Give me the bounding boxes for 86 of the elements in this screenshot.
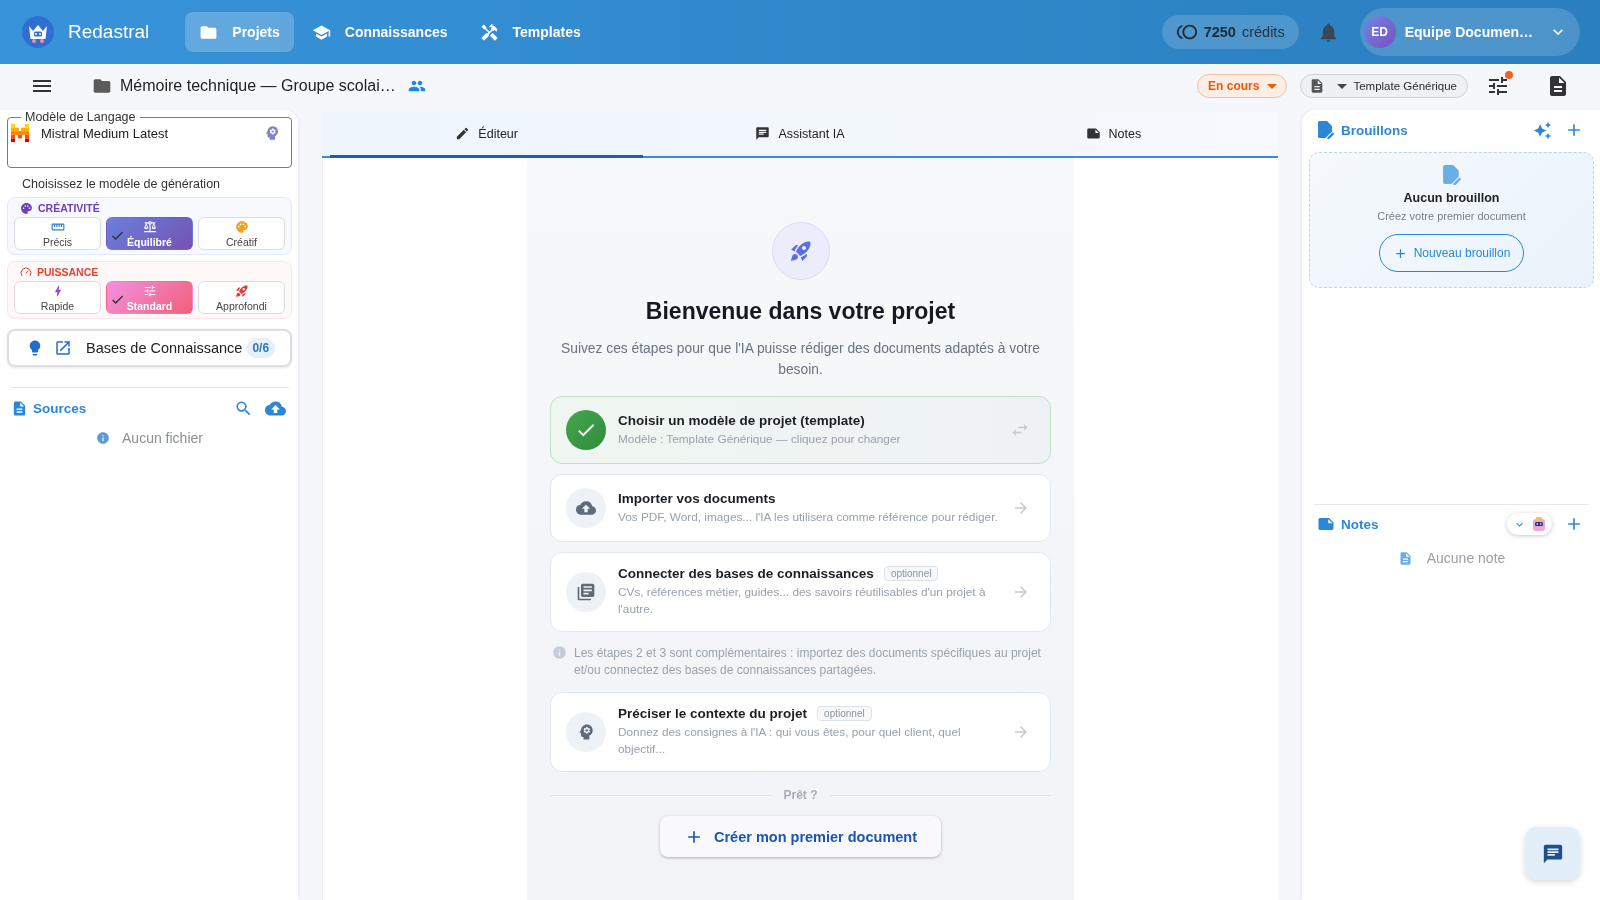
sliders-icon[interactable]	[1486, 74, 1510, 98]
step-title: Connecter des bases de connaissances	[618, 566, 874, 581]
welcome-title: Bienvenue dans votre projet	[645, 297, 956, 326]
document-pencil-icon	[1441, 165, 1462, 185]
palette-icon	[234, 219, 249, 234]
sliders-icon	[142, 283, 157, 298]
palette-icon	[20, 201, 33, 215]
brand-name: Redastral	[68, 21, 150, 43]
user-menu-button[interactable]: ED Equipe Documen…	[1359, 8, 1580, 56]
welcome-subtitle: Suivez ces étapes pour que l'IA puisse rédiger des documents adaptés à votre besoin.	[560, 340, 1041, 379]
nav-tab[interactable]: Connaissances	[297, 12, 462, 52]
editor-tab[interactable]: Notes	[956, 112, 1270, 158]
block-logo-icon	[11, 124, 29, 142]
option-button[interactable]: Équilibré	[106, 217, 193, 250]
group-title: PUISSANCE	[37, 266, 99, 278]
step-description: CVs, références métier, guides... des savoirs réutilisables d'un projet à l'autre.	[618, 584, 987, 618]
template-dropdown[interactable]: Template Générique	[1300, 74, 1468, 98]
info-icon	[96, 431, 111, 445]
create-document-button[interactable]: Créer mon premier document	[659, 816, 942, 857]
document-pencil-icon	[1317, 121, 1335, 139]
count-badge: 0/6	[246, 338, 276, 358]
step-title: Choisir un modèle de projet (template)	[618, 412, 865, 428]
info-note: Les étapes 2 et 3 sont complémentaires : importez des documents spécifiques au projet et/ou connectez des bases de connaissances partagées.	[574, 645, 1042, 679]
selected-model: Mistral Medium Latest	[41, 125, 170, 141]
option-button[interactable]: Précis	[14, 217, 101, 250]
note-icon	[1085, 126, 1101, 141]
option-button[interactable]: Approfondi	[198, 281, 285, 314]
option-button[interactable]: Rapide	[14, 281, 101, 314]
graduation-cap-icon	[311, 22, 331, 42]
step-card[interactable]: Importer vos documents Vos PDF, Word, images... l'IA les utilisera comme référence pour rédiger.	[550, 474, 1051, 542]
tools-icon	[479, 22, 499, 42]
nav-tab[interactable]: Templates	[465, 12, 595, 52]
document-icon	[11, 399, 28, 417]
chat-icon	[755, 126, 771, 141]
credits-amount: 7250	[1203, 24, 1236, 40]
step-description: Donnez des consignes à l'IA : qui vous êtes, pour quel client, quel objectif...	[618, 724, 962, 758]
caret-icon	[1267, 83, 1278, 89]
folder-icon	[92, 76, 112, 96]
button-label: Bases de Connaissance	[86, 340, 243, 356]
arrow-right-icon	[1012, 499, 1030, 517]
user-name: Equipe Documen…	[1404, 24, 1533, 40]
info-icon	[552, 645, 567, 660]
credits-unit: crédits	[1241, 24, 1285, 40]
optional-badge: optionnel	[817, 706, 872, 721]
field-hint: Choisissez le modèle de génération	[22, 177, 222, 191]
group-title: CRÉATIVITÉ	[38, 202, 100, 214]
knowledge-bases-button[interactable]: Bases de Connaissance 0/6	[7, 329, 292, 367]
chat-icon	[1541, 842, 1564, 865]
section-title: Brouillons	[1341, 122, 1408, 138]
note-icon	[1317, 515, 1335, 533]
editor-tab[interactable]: Assistant IA	[643, 112, 957, 158]
step-description: Vos PDF, Word, images... l'IA les utilisera comme référence pour rédiger.	[618, 508, 999, 526]
step-title: Importer vos documents	[618, 490, 776, 506]
step-card[interactable]: Préciser le contexte du projet optionnel Donnez des consignes à l'IA : qui vous êtes, pour quel client, quel objectif...	[550, 692, 1051, 772]
notes-options-button[interactable]	[1507, 513, 1552, 535]
arrow-right-icon	[1012, 583, 1030, 601]
pencil-icon	[455, 126, 471, 141]
model-select[interactable]: Modèle de Langage Mistral Medium Latest	[7, 110, 292, 168]
scale-icon	[142, 219, 157, 234]
empty-message: Créez votre premier document	[1377, 210, 1526, 222]
step-description: Modèle : Template Générique — cliquez pour changer	[618, 430, 902, 448]
gauge-icon	[20, 266, 32, 278]
optional-badge: optionnel	[883, 566, 939, 581]
step-card[interactable]: Choisir un modèle de projet (template) Modèle : Template Générique — cliquez pour changer	[550, 396, 1051, 464]
step-title: Préciser le contexte du projet	[618, 706, 808, 721]
sparkle-icon[interactable]	[1533, 120, 1552, 140]
section-title: Sources	[33, 400, 87, 416]
caret-icon	[1337, 83, 1348, 89]
open-external-icon	[54, 339, 72, 357]
rocket-icon	[234, 283, 249, 298]
empty-title: Aucun brouillon	[1403, 191, 1500, 205]
empty-message: Aucune note	[1426, 550, 1506, 566]
option-button[interactable]: Créatif	[198, 217, 285, 250]
arrow-right-icon	[1012, 723, 1030, 741]
head-gear-icon	[263, 124, 281, 142]
robot-avatar-icon	[1532, 517, 1546, 531]
empty-message: Aucun fichier	[122, 430, 203, 446]
user-avatar: ED	[1363, 16, 1396, 48]
chat-button[interactable]	[1525, 827, 1580, 880]
search-icon[interactable]	[234, 398, 253, 418]
step-card[interactable]: Connecter des bases de connaissances optionnel CVs, références métier, guides... des savoirs réutilisables d'un projet à l'autre.	[550, 552, 1051, 632]
section-title: Notes	[1341, 516, 1379, 532]
project-title: Mémoire technique — Groupe scolai…	[120, 77, 396, 95]
field-label: Modèle de Langage	[24, 110, 137, 124]
robot-logo-icon	[22, 16, 54, 48]
separator-label: Prêt ?	[783, 788, 818, 802]
